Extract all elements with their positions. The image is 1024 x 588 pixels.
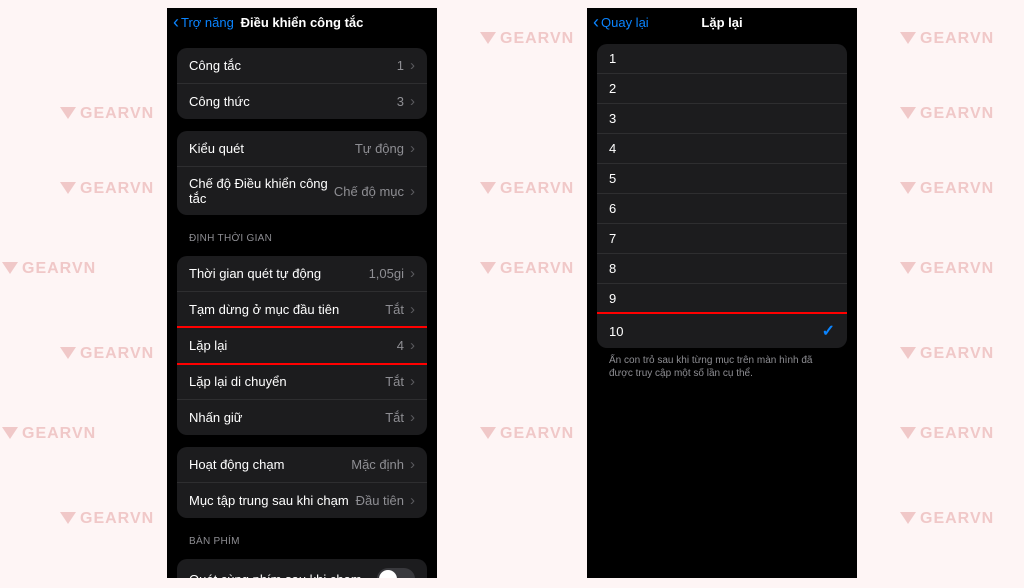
option-label: 4 [609,141,835,156]
option-row[interactable]: 5 [597,164,847,194]
row-label: Nhấn giữ [189,410,385,425]
settings-row[interactable]: Kiểu quétTự động › [177,131,427,167]
row-value: Tắt [385,302,404,317]
option-label: 9 [609,291,835,306]
chevron-right-icon: › [410,183,415,200]
group-keyboard: Quét cùng phím sau khi chạmLuôn chạm trê… [177,559,427,578]
row-value: Tự động [355,141,404,156]
option-label: 8 [609,261,835,276]
row-value: 1 [397,58,404,73]
chevron-right-icon: › [410,337,415,354]
settings-row[interactable]: Nhấn giữTắt › [177,400,427,435]
row-value: Đầu tiên [356,493,404,508]
chevron-right-icon: › [410,456,415,473]
row-label: Kiểu quét [189,141,355,156]
chevron-right-icon: › [410,93,415,110]
back-button[interactable]: ‹ Trợ năng [173,13,234,31]
option-row[interactable]: 2 [597,74,847,104]
option-label: 10 [609,324,822,339]
option-label: 1 [609,51,835,66]
phone-right: ‹ Quay lại Lặp lại 1 2 3 4 5 6 7 8 9 10✓ Ẩn con t… [587,8,857,578]
row-value: Tắt [385,410,404,425]
group-timing: Thời gian quét tự động1,05gi›Tạm dừng ở … [177,256,427,435]
row-value: Chế độ mục [334,184,404,199]
option-row[interactable]: 1 [597,44,847,74]
phone-left: ‹ Trợ năng Điều khiển công tắc Công tắc1… [167,8,437,578]
chevron-left-icon: ‹ [173,13,179,31]
toggle-switch[interactable] [377,568,415,578]
row-label: Tạm dừng ở mục đầu tiên [189,302,385,317]
option-label: 2 [609,81,835,96]
row-value: 4 [397,338,404,353]
chevron-right-icon: › [410,140,415,157]
settings-row[interactable]: Hoạt động chạmMặc định › [177,447,427,483]
settings-row[interactable]: Tạm dừng ở mục đầu tiênTắt › [177,292,427,328]
option-label: 5 [609,171,835,186]
option-row[interactable]: 10✓ [597,314,847,348]
chevron-right-icon: › [410,265,415,282]
row-value: 1,05gi [369,266,404,281]
row-label: Công thức [189,94,397,109]
row-label: Thời gian quét tự động [189,266,369,281]
nav-header: ‹ Trợ năng Điều khiển công tắc [167,8,437,36]
settings-row[interactable]: Thời gian quét tự động1,05gi › [177,256,427,292]
settings-row[interactable]: Lặp lại di chuyểnTắt › [177,364,427,400]
row-label: Chế độ Điều khiển công tắc [189,176,334,206]
option-row[interactable]: 7 [597,224,847,254]
option-label: 7 [609,231,835,246]
chevron-left-icon: ‹ [593,13,599,31]
row-label: Lặp lại [189,338,397,353]
option-row[interactable]: 6 [597,194,847,224]
option-row[interactable]: 8 [597,254,847,284]
group-scan-style: Kiểu quétTự động›Chế độ Điều khiển công … [177,131,427,215]
row-value: Mặc định [351,457,404,472]
group-touch: Hoạt động chạmMặc định›Mục tập trung sau… [177,447,427,518]
row-value: Tắt [385,374,404,389]
checkmark-icon: ✓ [822,321,835,341]
back-label: Trợ năng [181,15,234,30]
row-value: 3 [397,94,404,109]
group-repeat-options: 1 2 3 4 5 6 7 8 9 10✓ [597,44,847,348]
toggle-knob [379,570,397,578]
settings-row[interactable]: Mục tập trung sau khi chạmĐầu tiên › [177,483,427,518]
row-label: Công tắc [189,58,397,73]
row-label: Lặp lại di chuyển [189,374,385,389]
settings-row[interactable]: Chế độ Điều khiển công tắcChế độ mục › [177,167,427,215]
settings-row[interactable]: Công thức3 › [177,84,427,119]
settings-row[interactable]: Quét cùng phím sau khi chạm [177,559,427,578]
chevron-right-icon: › [410,492,415,509]
group-switches: Công tắc1 › Công thức3 › [177,48,427,119]
settings-row[interactable]: Công tắc1 › [177,48,427,84]
settings-row[interactable]: Lặp lại4 › [177,328,427,364]
option-row[interactable]: 9 [597,284,847,314]
option-row[interactable]: 4 [597,134,847,164]
chevron-right-icon: › [410,57,415,74]
page-title: Điều khiển công tắc [241,15,364,30]
option-label: 3 [609,111,835,126]
page-title: Lặp lại [701,15,742,30]
row-label: Hoạt động chạm [189,457,351,472]
footer-note: Ẩn con trỏ sau khi từng mục trên màn hìn… [609,354,835,380]
option-label: 6 [609,201,835,216]
section-keyboard-label: BÀN PHÍM [189,536,415,547]
chevron-right-icon: › [410,373,415,390]
row-label: Mục tập trung sau khi chạm [189,493,356,508]
option-row[interactable]: 3 [597,104,847,134]
chevron-right-icon: › [410,409,415,426]
nav-header: ‹ Quay lại Lặp lại [587,8,857,36]
chevron-right-icon: › [410,301,415,318]
row-label: Quét cùng phím sau khi chạm [189,572,377,579]
back-label: Quay lại [601,15,649,30]
back-button[interactable]: ‹ Quay lại [593,13,649,31]
section-timing-label: ĐỊNH THỜI GIAN [189,233,415,244]
